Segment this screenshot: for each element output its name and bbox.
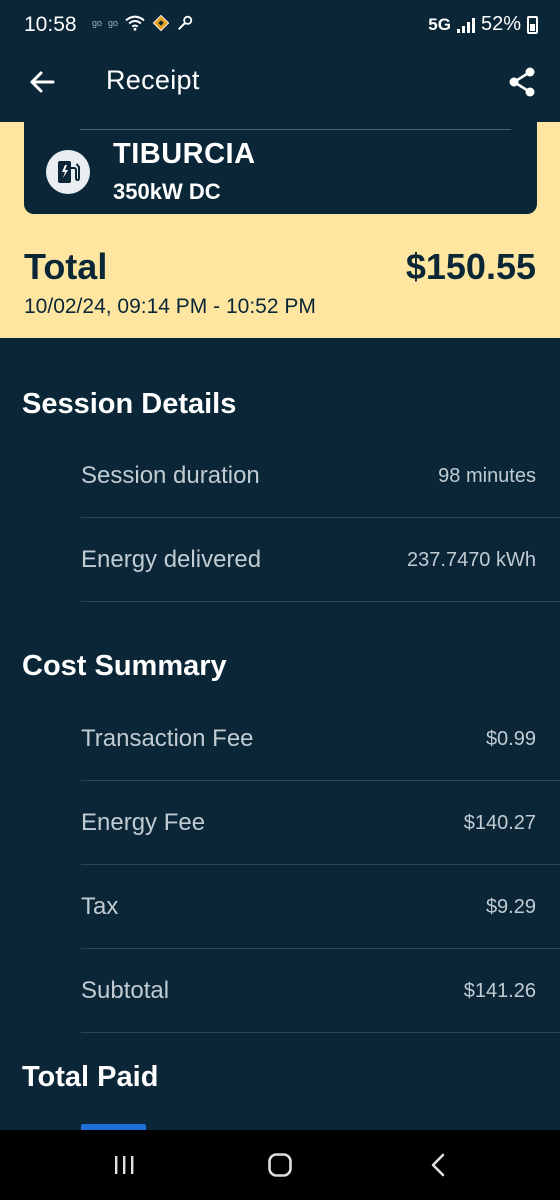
status-system-icons: 5G 52%: [428, 13, 538, 36]
recents-icon: [115, 1156, 134, 1174]
status-notification-icons: go go: [92, 14, 194, 32]
cost-row: Transaction Fee $0.99: [81, 697, 560, 781]
row-value: $140.27: [463, 812, 536, 834]
row-label: Session duration: [81, 462, 260, 489]
row-value: $141.26: [463, 980, 536, 1002]
row-value: $0.99: [485, 728, 536, 750]
wifi-icon: [125, 15, 145, 31]
status-bar: 10:58 go go 5G 52%: [0, 0, 560, 50]
system-nav-bar: [0, 1130, 560, 1200]
go-notification-icon-2: go: [108, 18, 119, 28]
share-button[interactable]: [504, 62, 540, 102]
total-label: Total: [24, 246, 108, 287]
cost-row: Tax $9.29: [81, 865, 560, 949]
section-title-cost-summary: Cost Summary: [22, 650, 227, 682]
cost-row: Energy Fee $140.27: [81, 781, 560, 865]
system-back-button[interactable]: [408, 1144, 468, 1186]
station-name: TIBURCIA: [113, 138, 256, 170]
row-label: Subtotal: [81, 977, 170, 1004]
row-label: Transaction Fee: [81, 725, 254, 752]
section-title-session-details: Session Details: [22, 388, 237, 420]
recents-button[interactable]: [94, 1144, 154, 1186]
network-type: 5G: [428, 14, 451, 34]
row-value: $9.29: [485, 896, 536, 918]
station-power: 350kW DC: [113, 179, 221, 204]
row-label: Energy Fee: [81, 809, 206, 836]
divider: [80, 129, 511, 130]
back-chevron-icon: [431, 1153, 445, 1177]
section-title-total-paid: Total Paid: [22, 1061, 159, 1093]
app-diamond-icon: [152, 14, 170, 32]
detail-row: Session duration 98 minutes: [81, 434, 560, 518]
share-icon: [509, 67, 535, 97]
page-title: Receipt: [106, 65, 200, 95]
cost-row: Subtotal $141.26: [81, 949, 560, 1033]
status-time: 10:58: [24, 13, 77, 36]
signal-icon: [456, 17, 475, 33]
battery-icon: [527, 15, 538, 34]
divider: [81, 601, 560, 602]
row-value: 98 minutes: [438, 465, 536, 487]
go-notification-icon: go: [92, 18, 103, 28]
session-time-range: 10/02/24, 09:14 PM - 10:52 PM: [24, 295, 316, 318]
total-amount: $150.55: [405, 246, 536, 287]
detail-row: Energy delivered 237.7470 kWh: [81, 518, 560, 602]
key-icon: [178, 15, 193, 31]
back-button[interactable]: [22, 62, 62, 102]
receipt-header: TIBURCIA 350kW DC Total $150.55 10/02/24…: [0, 122, 560, 338]
row-label: Tax: [81, 893, 119, 920]
station-card: TIBURCIA 350kW DC: [24, 122, 537, 214]
app-bar: Receipt: [0, 50, 560, 122]
home-button[interactable]: [250, 1144, 310, 1186]
home-icon: [268, 1153, 292, 1177]
divider: [81, 1032, 560, 1033]
arrow-left-icon: [30, 71, 55, 93]
battery-percent: 52%: [480, 13, 521, 35]
row-value: 237.7470 kWh: [407, 549, 536, 571]
ev-charger-icon: [46, 150, 90, 194]
row-label: Energy delivered: [81, 546, 262, 573]
